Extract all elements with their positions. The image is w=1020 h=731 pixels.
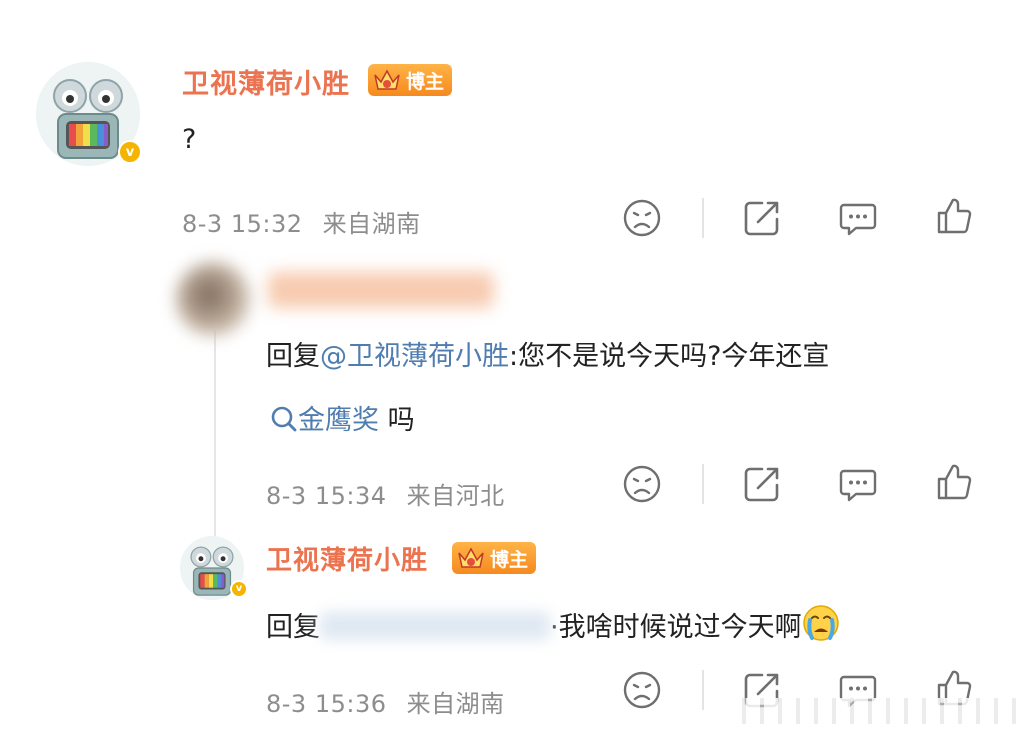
- comment-location: 来自湖南: [322, 210, 421, 238]
- thumbs-up-icon[interactable]: [934, 196, 974, 236]
- reply2-time: 8-3 15:36: [266, 690, 387, 718]
- verified-badge-icon: v: [230, 580, 248, 598]
- reply1-text: :您不是说今天吗?今年还宣: [509, 341, 830, 372]
- action-divider: [702, 670, 704, 710]
- reply2-text-body: ·我啥时候说过今天啊: [550, 612, 802, 643]
- action-divider: [702, 198, 704, 238]
- comment-bubble-icon[interactable]: [838, 198, 878, 238]
- reply1-text-line2: 金鹰奖 吗: [270, 398, 415, 437]
- thread-line: [214, 330, 216, 560]
- topic-link[interactable]: 金鹰奖: [270, 405, 379, 436]
- reply-prefix: 回复: [266, 612, 320, 643]
- mention-link[interactable]: @卫视薄荷小胜: [320, 341, 509, 372]
- blurred-username[interactable]: [268, 272, 494, 308]
- frown-face-icon[interactable]: [622, 198, 662, 238]
- share-icon[interactable]: [742, 464, 782, 504]
- blogger-badge: 博主: [368, 64, 453, 96]
- reply-prefix: 回复: [266, 341, 320, 372]
- blogger-badge: 博主: [452, 542, 537, 574]
- reply1-location: 来自河北: [406, 482, 505, 510]
- comment-text: ?: [182, 124, 197, 155]
- reply1-meta: 8-3 15:34 来自河北: [266, 476, 505, 511]
- verified-badge-icon: v: [118, 140, 142, 164]
- crown-icon: [372, 66, 402, 94]
- comment-thread: v 卫视薄荷小胜 博主 ? 8-3 15:32 来自湖南 回复@卫视薄荷小胜:您…: [0, 0, 1020, 731]
- blogger-badge-label: 博主: [406, 70, 445, 93]
- share-icon[interactable]: [742, 198, 782, 238]
- reply1-time: 8-3 15:34: [266, 482, 387, 510]
- reply1-text-line1: 回复@卫视薄荷小胜:您不是说今天吗?今年还宣: [266, 334, 829, 373]
- frown-face-icon[interactable]: [622, 670, 662, 710]
- reply2-text: 回复 ·我啥时候说过今天啊: [266, 604, 840, 644]
- search-icon: [271, 406, 297, 432]
- reply1-text-end: 吗: [379, 405, 415, 436]
- crown-icon: [456, 544, 486, 572]
- comment-username[interactable]: 卫视薄荷小胜: [182, 62, 350, 101]
- reply2-location: 来自湖南: [406, 690, 505, 718]
- action-divider: [702, 464, 704, 504]
- reply2-meta: 8-3 15:36 来自湖南: [266, 684, 505, 719]
- blurred-mention[interactable]: [320, 612, 550, 640]
- comment-time: 8-3 15:32: [182, 210, 303, 238]
- blogger-badge-label: 博主: [490, 548, 529, 571]
- watermark-overlay: [728, 698, 1018, 724]
- comment-bubble-icon[interactable]: [838, 464, 878, 504]
- blurred-avatar[interactable]: [176, 262, 250, 336]
- topic-text: 金鹰奖: [298, 405, 379, 436]
- avatar[interactable]: v: [36, 62, 142, 166]
- avatar[interactable]: v: [180, 536, 248, 600]
- reply2-username[interactable]: 卫视薄荷小胜: [266, 540, 428, 577]
- frown-face-icon[interactable]: [622, 464, 662, 504]
- crying-emoji-icon: [802, 604, 840, 642]
- comment-meta: 8-3 15:32 来自湖南: [182, 204, 421, 239]
- thumbs-up-icon[interactable]: [934, 462, 974, 502]
